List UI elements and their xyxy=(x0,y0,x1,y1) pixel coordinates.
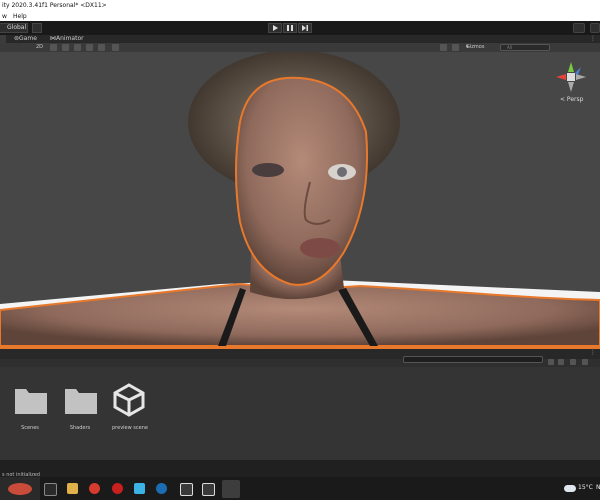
gizmos-dropdown[interactable]: Gizmos ▾ xyxy=(466,43,484,52)
active-app-icon[interactable] xyxy=(222,480,240,498)
unity-hub-icon[interactable] xyxy=(180,483,193,496)
window-title-bar: ity 2020.3.41f1 Personal* <DX11> xyxy=(0,0,600,12)
taskbar-trailing-text: N xyxy=(596,484,600,491)
camera-icon[interactable] xyxy=(452,44,459,51)
grid-icon[interactable] xyxy=(112,44,119,51)
lighting-icon[interactable] xyxy=(50,44,57,51)
play-icon xyxy=(273,25,278,31)
unity-logo-icon xyxy=(113,383,145,417)
axis-gizmo-icon xyxy=(556,62,586,92)
task-view-icon[interactable] xyxy=(44,483,57,496)
file-explorer-icon[interactable] xyxy=(67,483,78,494)
play-button[interactable] xyxy=(268,23,282,33)
scene-search-input[interactable]: All xyxy=(500,44,550,51)
project-assets-panel: Scenes Shaders preview scene xyxy=(0,367,600,467)
global-toggle-button[interactable]: Global xyxy=(0,23,28,33)
food-thumbnail-icon xyxy=(8,483,32,495)
star-icon[interactable] xyxy=(570,359,576,365)
unity-editor-icon[interactable] xyxy=(202,483,215,496)
taskbar-thumbnail[interactable] xyxy=(0,477,40,500)
grid-snap-icon[interactable] xyxy=(32,23,42,33)
asset-shaders[interactable] xyxy=(64,385,98,419)
tab-game[interactable]: ⊚ Game xyxy=(14,35,37,43)
2d-toggle[interactable]: 2D xyxy=(36,43,43,52)
label-filter-icon[interactable] xyxy=(558,359,564,365)
effects-icon[interactable] xyxy=(74,44,81,51)
menu-item-help[interactable]: Help xyxy=(13,12,27,21)
scene-render xyxy=(0,52,600,346)
app-m-icon[interactable] xyxy=(134,483,145,494)
tab-menu-icon[interactable]: ⋮ xyxy=(590,35,596,43)
app-c-icon[interactable] xyxy=(156,483,167,494)
scene-camera-icon[interactable] xyxy=(98,44,105,51)
menu-item-window[interactable]: w xyxy=(2,12,7,21)
pause-button[interactable] xyxy=(283,23,297,33)
step-icon xyxy=(302,25,308,31)
lips xyxy=(300,238,340,258)
folder-icon xyxy=(65,389,97,414)
status-bar: s not initialized xyxy=(0,460,600,478)
favorites-icon[interactable] xyxy=(548,359,554,365)
orientation-gizmo[interactable] xyxy=(554,60,588,94)
character-face xyxy=(235,76,369,286)
account-cloud-icon[interactable] xyxy=(590,23,600,33)
asset-label-preview-scene: preview scene xyxy=(112,425,148,431)
tab-scene[interactable] xyxy=(0,35,6,43)
step-button[interactable] xyxy=(298,23,312,33)
weather-cloud-icon xyxy=(564,485,576,492)
tools-icon[interactable] xyxy=(440,44,447,51)
tab-animator[interactable]: ⋈ Animator xyxy=(50,35,84,43)
hidden-packages-icon[interactable] xyxy=(582,359,588,365)
pause-icon xyxy=(287,25,293,31)
asset-scenes[interactable] xyxy=(14,385,48,419)
project-search-input[interactable] xyxy=(403,356,543,363)
projection-label[interactable]: < Persp xyxy=(560,96,583,103)
opera-icon[interactable] xyxy=(112,483,123,494)
global-label: Global xyxy=(7,24,27,31)
weather-temperature: 15°C xyxy=(578,484,593,491)
left-eye xyxy=(252,163,284,177)
project-menu-icon[interactable]: ⋮ xyxy=(590,349,596,356)
main-toolbar: Global xyxy=(0,21,600,35)
asset-preview-scene[interactable] xyxy=(112,383,146,421)
collab-icon[interactable] xyxy=(573,23,585,33)
folder-icon xyxy=(15,389,47,414)
scene-viewport[interactable]: < Persp xyxy=(0,52,600,346)
hidden-objects-icon[interactable] xyxy=(86,44,93,51)
audio-icon[interactable] xyxy=(62,44,69,51)
chrome-icon[interactable] xyxy=(89,483,100,494)
window-tabs: ⊚ Game ⋈ Animator ⋮ xyxy=(0,35,600,43)
window-title: ity 2020.3.41f1 Personal* <DX11> xyxy=(2,2,107,9)
menu-bar: w Help xyxy=(0,12,600,21)
os-taskbar: 15°C N xyxy=(0,477,600,500)
